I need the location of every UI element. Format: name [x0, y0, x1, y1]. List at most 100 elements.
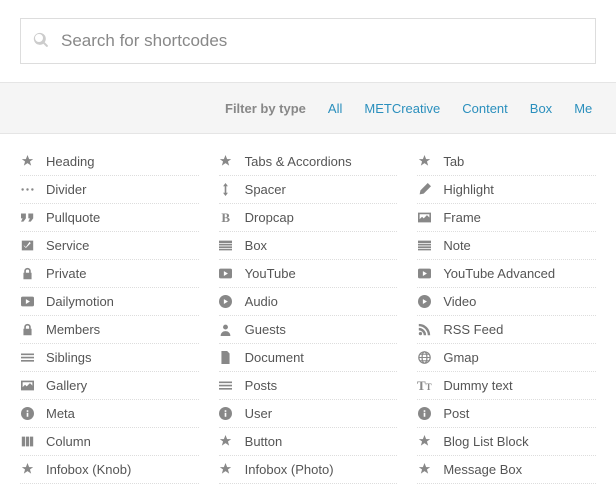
star-icon: [417, 463, 431, 477]
letter-T-icon: TT: [417, 379, 431, 393]
shortcode-label: Members: [46, 322, 100, 337]
star-icon: [20, 463, 34, 477]
shortcode-label: Posts: [245, 378, 278, 393]
shortcode-label: Blog List Block: [443, 434, 528, 449]
shortcode-label: Note: [443, 238, 470, 253]
shortcode-item[interactable]: Note: [417, 232, 596, 260]
shortcode-item[interactable]: Button: [219, 428, 398, 456]
shortcode-item[interactable]: Infobox (Knob): [20, 456, 199, 484]
check-icon: [20, 239, 34, 253]
shortcode-item[interactable]: Members: [20, 316, 199, 344]
shortcode-label: Spacer: [245, 182, 286, 197]
image-icon: [20, 379, 34, 393]
shortcode-label: Tab: [443, 154, 464, 169]
star-icon: [20, 155, 34, 169]
shortcode-item[interactable]: Video: [417, 288, 596, 316]
shortcode-item[interactable]: Siblings: [20, 344, 199, 372]
lock-icon: [20, 267, 34, 281]
dots-icon: [20, 183, 34, 197]
shortcode-item[interactable]: Box: [219, 232, 398, 260]
filter-bar: Filter by type All METCreative Content B…: [0, 82, 616, 134]
shortcode-item[interactable]: YouTube Advanced: [417, 260, 596, 288]
shortcode-label: Message Box: [443, 462, 522, 477]
shortcode-label: Video: [443, 294, 476, 309]
arrows-v-icon: [219, 183, 233, 197]
info-icon: [417, 407, 431, 421]
shortcode-item[interactable]: Tab: [417, 148, 596, 176]
shortcode-label: Service: [46, 238, 89, 253]
globe-icon: [417, 351, 431, 365]
shortcode-item[interactable]: Pullquote: [20, 204, 199, 232]
star-icon: [219, 435, 233, 449]
filter-tab-box[interactable]: Box: [530, 101, 552, 116]
shortcode-item[interactable]: Message Box: [417, 456, 596, 484]
shortcode-item[interactable]: Heading: [20, 148, 199, 176]
shortcode-label: Button: [245, 434, 283, 449]
shortcode-item[interactable]: Service: [20, 232, 199, 260]
search-input[interactable]: [61, 31, 583, 51]
shortcode-item[interactable]: Gallery: [20, 372, 199, 400]
filter-tab-all[interactable]: All: [328, 101, 342, 116]
shortcode-item[interactable]: TT Dummy text: [417, 372, 596, 400]
shortcode-item[interactable]: Gmap: [417, 344, 596, 372]
filter-tab-metcreative[interactable]: METCreative: [364, 101, 440, 116]
shortcode-item[interactable]: Post: [417, 400, 596, 428]
shortcode-item[interactable]: User: [219, 400, 398, 428]
filter-tab-content[interactable]: Content: [462, 101, 508, 116]
shortcode-label: Dummy text: [443, 378, 512, 393]
list-icon: [417, 239, 431, 253]
shortcode-item[interactable]: Document: [219, 344, 398, 372]
shortcode-item[interactable]: Infobox (Photo): [219, 456, 398, 484]
shortcode-item[interactable]: Frame: [417, 204, 596, 232]
shortcode-item[interactable]: Tabs & Accordions: [219, 148, 398, 176]
shortcode-item[interactable]: Audio: [219, 288, 398, 316]
shortcode-item[interactable]: Meta: [20, 400, 199, 428]
shortcode-label: Box: [245, 238, 267, 253]
shortcode-item[interactable]: Divider: [20, 176, 199, 204]
list-icon: [219, 239, 233, 253]
shortcode-item[interactable]: Spacer: [219, 176, 398, 204]
shortcode-label: Document: [245, 350, 304, 365]
filter-label: Filter by type: [225, 101, 306, 116]
image-icon: [417, 211, 431, 225]
pencil-icon: [417, 183, 431, 197]
lines-icon: [20, 351, 34, 365]
shortcode-item[interactable]: BDropcap: [219, 204, 398, 232]
rss-icon: [417, 323, 431, 337]
shortcode-item[interactable]: YouTube: [219, 260, 398, 288]
shortcode-item[interactable]: Private: [20, 260, 199, 288]
play-icon: [417, 267, 431, 281]
search-icon: [33, 32, 61, 51]
col-icon: [20, 435, 34, 449]
shortcode-item[interactable]: Column: [20, 428, 199, 456]
shortcode-item[interactable]: Guests: [219, 316, 398, 344]
shortcode-label: Divider: [46, 182, 86, 197]
doc-icon: [219, 351, 233, 365]
shortcode-item[interactable]: Highlight: [417, 176, 596, 204]
shortcode-item[interactable]: Posts: [219, 372, 398, 400]
shortcode-grid: Heading Tabs & Accordions Tab Divider Spacer…: [0, 134, 616, 498]
star-icon: [219, 155, 233, 169]
shortcode-label: Audio: [245, 294, 278, 309]
star-icon: [417, 155, 431, 169]
filter-tab-me[interactable]: Me: [574, 101, 592, 116]
shortcode-label: YouTube: [245, 266, 296, 281]
shortcode-label: User: [245, 406, 272, 421]
letter-B-icon: B: [219, 211, 233, 225]
shortcode-label: YouTube Advanced: [443, 266, 555, 281]
search-box[interactable]: [20, 18, 596, 64]
shortcode-item[interactable]: RSS Feed: [417, 316, 596, 344]
user-icon: [219, 323, 233, 337]
shortcode-item[interactable]: Blog List Block: [417, 428, 596, 456]
shortcode-label: Highlight: [443, 182, 494, 197]
shortcode-label: Infobox (Photo): [245, 462, 334, 477]
shortcode-label: Frame: [443, 210, 481, 225]
shortcode-item[interactable]: Dailymotion: [20, 288, 199, 316]
shortcode-label: Infobox (Knob): [46, 462, 131, 477]
lock-icon: [20, 323, 34, 337]
play-icon: [20, 295, 34, 309]
shortcode-label: Post: [443, 406, 469, 421]
shortcode-label: Tabs & Accordions: [245, 154, 352, 169]
shortcode-label: Gmap: [443, 350, 478, 365]
shortcode-label: Siblings: [46, 350, 92, 365]
